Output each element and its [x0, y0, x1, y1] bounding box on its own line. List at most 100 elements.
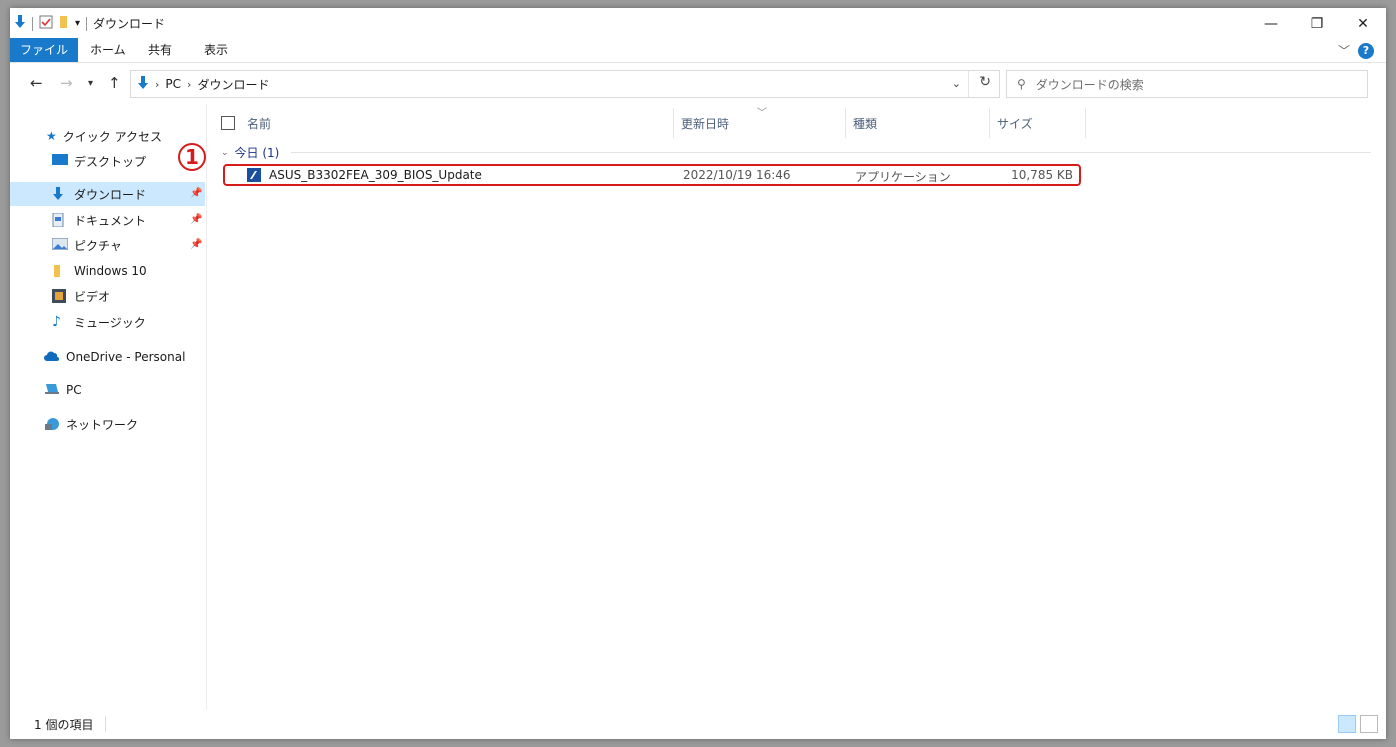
sidebar-item-downloads[interactable]: ダウンロード [10, 182, 205, 206]
sidebar-item-label: OneDrive - Personal [66, 350, 186, 364]
window-controls: — ❐ ✕ [1248, 8, 1386, 40]
breadcrumb-downloads[interactable]: ダウンロード [197, 76, 269, 93]
column-divider[interactable] [1085, 108, 1086, 138]
search-icon: ⚲ [1017, 77, 1026, 91]
pin-icon[interactable]: 📌 [190, 214, 202, 225]
tab-share[interactable]: 共有 [138, 38, 182, 62]
restore-button[interactable]: ❐ [1294, 8, 1340, 40]
expand-ribbon-icon[interactable]: ﹀ [1338, 42, 1350, 59]
chevron-right-icon[interactable]: › [187, 78, 191, 91]
sidebar-item-label: ピクチャ [74, 238, 122, 253]
folder-icon [52, 264, 68, 278]
group-header-today[interactable]: ⌄ 今日 (1) [221, 144, 1371, 161]
search-input[interactable]: ダウンロードの検索 [1036, 76, 1144, 93]
search-box[interactable]: ⚲ ダウンロードの検索 [1006, 70, 1368, 98]
sidebar-item-pictures[interactable]: ピクチャ [51, 233, 122, 257]
sidebar-item-label: クイック アクセス [62, 129, 162, 144]
window-title: ダウンロード [93, 17, 166, 31]
sidebar-item-documents[interactable]: ドキュメント [52, 208, 146, 232]
column-divider[interactable] [989, 108, 990, 138]
sidebar-item-quick-access[interactable]: ★ クイック アクセス [46, 124, 162, 148]
pin-icon[interactable]: 📌 [190, 188, 202, 199]
status-bar: 1 個の項目 [10, 711, 1386, 737]
chevron-right-icon[interactable]: › [155, 78, 159, 91]
sidebar-item-network[interactable]: ネットワーク [44, 412, 138, 436]
back-arrow-icon[interactable]: ← [30, 74, 43, 92]
customize-qat-icon[interactable]: ▾ [75, 18, 80, 29]
file-list: 名前 更新日時 ﹀ 種類 サイズ ⌄ 今日 (1) ASUS_B3302FEA_… [207, 104, 1386, 710]
breadcrumb-pc[interactable]: PC [165, 77, 181, 91]
column-label: 種類 [853, 116, 878, 131]
chevron-down-icon[interactable]: ⌄ [952, 77, 961, 90]
divider [968, 71, 969, 97]
forward-arrow-icon[interactable]: → [60, 74, 73, 92]
tab-home[interactable]: ホーム [80, 38, 136, 62]
sidebar-item-onedrive[interactable]: OneDrive - Personal [44, 345, 185, 369]
asus-app-icon [247, 168, 261, 182]
sidebar-item-label: ミュージック [74, 315, 146, 330]
sidebar-item-videos[interactable]: ビデオ [52, 284, 110, 308]
sidebar-item-windows10[interactable]: Windows 10 [52, 259, 147, 283]
recent-locations-icon[interactable]: ▾ [88, 78, 93, 89]
chevron-down-icon[interactable]: ⌄ [221, 148, 229, 158]
column-label: サイズ [997, 116, 1033, 131]
navigation-bar: ← → ▾ ↑ › PC › ダウンロード ⌄ ↻ ⚲ ダウンロードの検索 [10, 66, 1386, 102]
picture-icon [51, 237, 69, 252]
step-marker: 1 [178, 143, 206, 171]
properties-icon[interactable] [39, 15, 53, 32]
sidebar-item-label: ビデオ [74, 289, 111, 304]
video-icon [52, 289, 68, 303]
sidebar-item-label: デスクトップ [74, 154, 147, 169]
sidebar-item-pc[interactable]: PC [44, 378, 82, 402]
pin-icon[interactable]: 📌 [190, 239, 202, 250]
file-type: アプリケーション [855, 170, 951, 184]
download-icon [137, 75, 149, 93]
ribbon-tabs: ファイル ホーム 共有 表示 ﹀ ? [10, 38, 1386, 63]
document-icon [52, 212, 68, 228]
file-date: 2022/10/19 16:46 [683, 168, 791, 182]
refresh-icon[interactable]: ↻ [979, 74, 991, 90]
explorer-window: ▾ ダウンロード — ❐ ✕ ファイル ホーム 共有 表示 ﹀ ? ← → ▾ … [10, 8, 1386, 739]
column-divider[interactable] [845, 108, 846, 138]
group-label: 今日 (1) [234, 146, 280, 160]
sidebar-item-label: Windows 10 [74, 264, 147, 278]
tab-file[interactable]: ファイル [10, 38, 79, 62]
new-folder-icon[interactable] [59, 15, 69, 32]
column-label: 名前 [247, 116, 272, 131]
download-icon [52, 187, 68, 201]
column-header-date[interactable]: 更新日時 [681, 108, 729, 138]
pc-icon [44, 383, 60, 397]
sidebar-item-label: ドキュメント [74, 213, 147, 228]
select-all-checkbox[interactable] [221, 116, 235, 130]
divider [105, 716, 107, 732]
table-row[interactable]: ASUS_B3302FEA_309_BIOS_Update 2022/10/19… [223, 164, 1081, 186]
quick-access-toolbar: ▾ ダウンロード [14, 15, 165, 32]
desktop-icon [52, 154, 68, 168]
help-icon[interactable]: ? [1358, 42, 1374, 59]
view-switcher [1338, 715, 1378, 733]
column-header-name[interactable]: 名前 [221, 108, 271, 138]
divider [86, 16, 88, 31]
sidebar-item-desktop[interactable]: デスクトップ [52, 149, 146, 173]
minimize-button[interactable]: — [1248, 8, 1294, 40]
navigation-pane: ★ クイック アクセス デスクトップ 📌 ダウンロード 📌 ドキュメント 📌 ピ… [10, 104, 207, 710]
column-header-size[interactable]: サイズ [997, 108, 1033, 138]
star-icon: ★ [46, 129, 57, 143]
file-name: ASUS_B3302FEA_309_BIOS_Update [269, 168, 482, 182]
sidebar-item-music[interactable]: ♪ ミュージック [52, 310, 146, 334]
sort-indicator-icon: ﹀ [757, 108, 767, 119]
column-header-type[interactable]: 種類 [853, 108, 877, 138]
large-icons-view-icon[interactable] [1360, 715, 1378, 733]
tab-view[interactable]: 表示 [194, 38, 238, 62]
details-view-icon[interactable] [1338, 715, 1356, 733]
close-button[interactable]: ✕ [1340, 8, 1386, 40]
sidebar-item-label: PC [66, 383, 82, 397]
divider [291, 152, 1371, 153]
title-bar: ▾ ダウンロード — ❐ ✕ [10, 8, 1386, 40]
address-bar[interactable]: › PC › ダウンロード ⌄ ↻ [130, 70, 1000, 98]
network-icon [44, 417, 60, 431]
up-arrow-icon[interactable]: ↑ [108, 74, 121, 92]
column-divider[interactable] [673, 108, 674, 138]
cloud-icon [44, 350, 60, 364]
music-icon: ♪ [52, 314, 61, 330]
